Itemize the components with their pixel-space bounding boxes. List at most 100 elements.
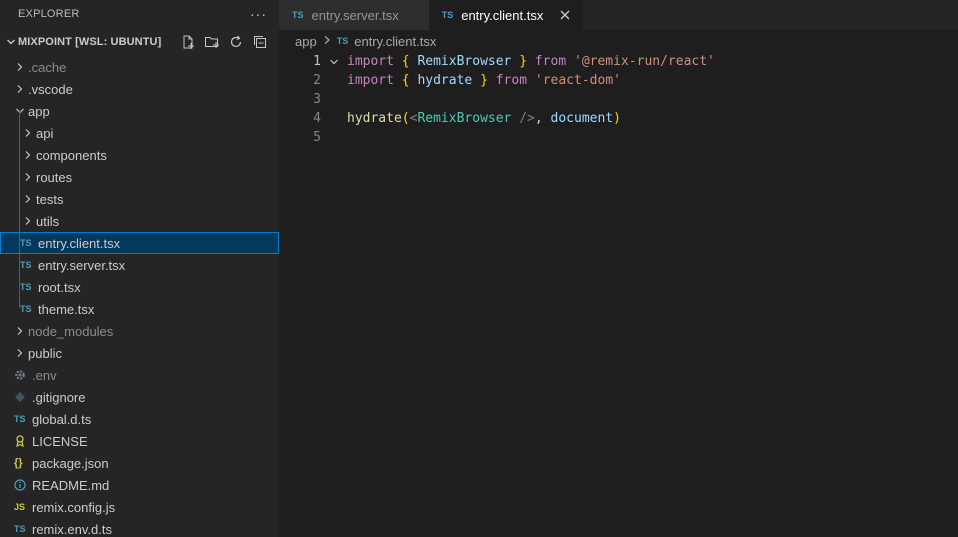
tree-file[interactable]: TS remix.env.d.ts [0, 518, 279, 537]
chevron-right-icon[interactable] [12, 62, 28, 72]
tree-folder[interactable]: routes [0, 166, 279, 188]
fold-chevron-icon[interactable] [321, 57, 347, 67]
code-line[interactable]: 4 hydrate(<RemixBrowser />, document) [279, 109, 958, 128]
tree-folder[interactable]: public [0, 342, 279, 364]
chevron-right-icon[interactable] [20, 172, 36, 182]
tree-item-label: components [36, 147, 107, 163]
typescript-icon: TS [20, 304, 32, 314]
tree-item-label: tests [36, 191, 64, 207]
chevron-right-icon[interactable] [12, 326, 28, 336]
code-token: RemixBrowser [409, 54, 520, 69]
breadcrumb-folder[interactable]: app [295, 34, 317, 49]
code-token: } [519, 54, 528, 69]
typescript-icon: TS [14, 524, 26, 534]
code-token: document [550, 111, 614, 126]
tree-item-label: app [28, 103, 50, 119]
typescript-icon: TS [20, 260, 32, 270]
tab-entry-client[interactable]: TS entry.client.tsx [428, 0, 584, 30]
chevron-right-icon[interactable] [12, 348, 28, 358]
code-line[interactable]: 5 [279, 128, 958, 147]
tree-item-label: theme.tsx [38, 301, 95, 317]
refresh-icon[interactable] [227, 33, 245, 51]
tree-file[interactable]: .gitignore [0, 386, 279, 408]
chevron-down-icon[interactable] [12, 106, 28, 116]
tree-file[interactable]: TS entry.client.tsx [0, 232, 279, 254]
code-token: hydrate [347, 111, 402, 126]
code-line[interactable]: 1 import { RemixBrowser } from '@remix-ru… [279, 52, 958, 71]
tree-folder[interactable]: components [0, 144, 279, 166]
tree-item-label: LICENSE [32, 433, 88, 449]
code-token: from [495, 73, 528, 88]
tree-item-label: node_modules [28, 323, 114, 339]
tree-item-label: README.md [32, 477, 110, 493]
gear-icon [14, 369, 32, 381]
code-token: ( [401, 111, 410, 126]
tab-entry-server[interactable]: TS entry.server.tsx [279, 0, 429, 30]
tab-label: entry.client.tsx [461, 7, 544, 23]
tree-folder[interactable]: .vscode [0, 78, 279, 100]
tree-file[interactable]: TS entry.server.tsx [0, 254, 279, 276]
chevron-right-icon[interactable] [20, 150, 36, 160]
chevron-right-icon[interactable] [20, 128, 36, 138]
line-number: 1 [313, 54, 321, 69]
breadcrumb: app TS entry.client.tsx [279, 30, 958, 52]
collapse-all-icon[interactable] [251, 33, 269, 51]
code-token: 'react-dom' [534, 73, 621, 88]
code-token: '@remix-run/react' [574, 54, 715, 69]
chevron-right-icon[interactable] [12, 84, 28, 94]
tree-file[interactable]: LICENSE [0, 430, 279, 452]
tree-item-label: entry.client.tsx [38, 235, 121, 251]
code-editor[interactable]: 1 import { RemixBrowser } from '@remix-ru… [279, 52, 958, 147]
tab-bar: TS entry.server.tsx TS entry.client.tsx [279, 0, 958, 30]
tree-item-label: .gitignore [32, 389, 86, 405]
tree-file[interactable]: {} package.json [0, 452, 279, 474]
explorer-sidebar: EXPLORER ··· MIXPOINT [WSL: UBUNTU] .cac… [0, 0, 279, 537]
chevron-down-icon[interactable] [4, 37, 18, 47]
tree-file[interactable]: .env [0, 364, 279, 386]
code-token: } [480, 73, 488, 88]
code-line[interactable]: 3 [279, 90, 958, 109]
code-line[interactable]: 2 import { hydrate } from 'react-dom' [279, 71, 958, 90]
tree-folder[interactable]: api [0, 122, 279, 144]
tree-item-label: entry.server.tsx [38, 257, 126, 273]
new-file-icon[interactable] [179, 33, 197, 51]
explorer-title: EXPLORER [18, 8, 80, 20]
javascript-icon: JS [14, 502, 26, 512]
more-actions-icon[interactable]: ··· [250, 6, 267, 22]
tree-folder[interactable]: node_modules [0, 320, 279, 342]
tree-folder[interactable]: utils [0, 210, 279, 232]
workspace-section-header[interactable]: MIXPOINT [WSL: UBUNTU] [0, 28, 279, 56]
tree-folder[interactable]: tests [0, 188, 279, 210]
tree-item-label: remix.config.js [32, 499, 116, 515]
close-icon[interactable] [557, 7, 573, 23]
code-content: hydrate(<RemixBrowser />, document) [347, 111, 621, 126]
typescript-icon: TS [14, 414, 26, 424]
tree-file[interactable]: JS remix.config.js [0, 496, 279, 518]
typescript-icon: TS [292, 10, 304, 20]
chevron-right-icon[interactable] [20, 216, 36, 226]
tree-item-label: .vscode [28, 81, 73, 97]
new-folder-icon[interactable] [203, 33, 221, 51]
typescript-icon: TS [20, 238, 32, 248]
info-icon [14, 479, 32, 491]
tree-folder[interactable]: app [0, 100, 279, 122]
indent-guide [19, 110, 20, 308]
code-token: , [534, 111, 551, 126]
code-token: import [347, 73, 394, 88]
code-token: { [401, 54, 410, 69]
tree-file[interactable]: TS theme.tsx [0, 298, 279, 320]
tree-item-label: package.json [32, 455, 109, 471]
tree-file[interactable]: README.md [0, 474, 279, 496]
tree-item-label: public [28, 345, 62, 361]
chevron-right-icon[interactable] [20, 194, 36, 204]
breadcrumb-file[interactable]: entry.client.tsx [354, 34, 436, 49]
tree-file[interactable]: TS global.d.ts [0, 408, 279, 430]
tree-file[interactable]: TS root.tsx [0, 276, 279, 298]
tree-folder[interactable]: .cache [0, 56, 279, 78]
line-number: 2 [313, 73, 321, 88]
